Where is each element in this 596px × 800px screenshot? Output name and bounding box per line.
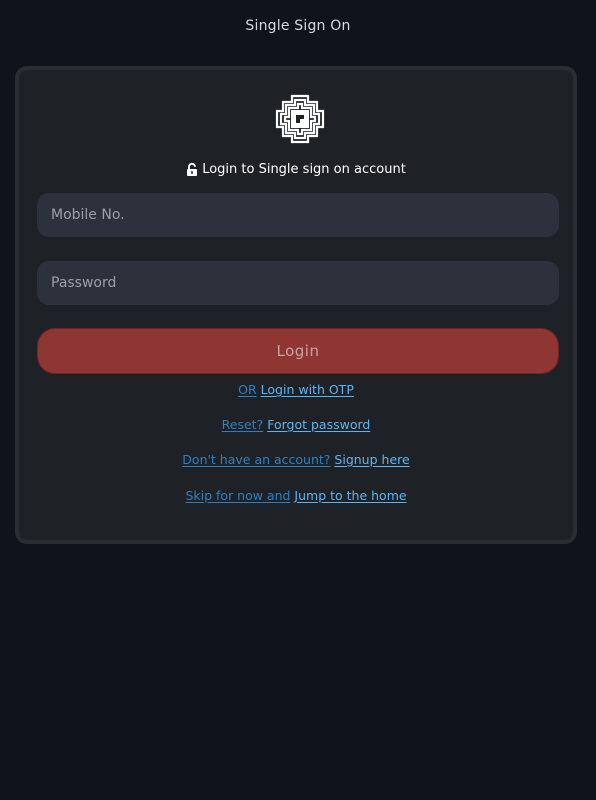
- signup-prefix-link[interactable]: Don't have an account?: [182, 452, 330, 467]
- otp-prefix-link[interactable]: OR: [238, 382, 257, 397]
- page-title: Single Sign On: [245, 18, 351, 34]
- reset-link-row: Reset? Forgot password: [19, 417, 573, 432]
- password-input[interactable]: [37, 261, 559, 305]
- mobile-number-input[interactable]: [37, 193, 559, 237]
- subtitle-text: Login to Single sign on account: [202, 162, 406, 177]
- signup-link-row: Don't have an account? Signup here: [19, 452, 573, 467]
- reset-prefix-link[interactable]: Reset?: [222, 417, 264, 432]
- skip-prefix-link[interactable]: Skip for now and: [185, 488, 290, 503]
- page-header: Single Sign On: [0, 0, 596, 52]
- skip-link-row: Skip for now and Jump to the home: [19, 488, 573, 503]
- login-subtitle: Login to Single sign on account: [19, 162, 573, 177]
- forgot-password-link[interactable]: Forgot password: [267, 417, 370, 432]
- jump-to-home-link[interactable]: Jump to the home: [294, 488, 406, 503]
- brand-logo-icon: [275, 94, 325, 144]
- login-with-otp-link[interactable]: Login with OTP: [261, 382, 354, 397]
- login-button[interactable]: Login: [37, 328, 559, 374]
- unlock-icon: [187, 163, 198, 176]
- otp-link-row: OR Login with OTP: [19, 382, 573, 397]
- signup-here-link[interactable]: Signup here: [334, 452, 409, 467]
- login-card: Login to Single sign on account Login OR…: [15, 66, 577, 544]
